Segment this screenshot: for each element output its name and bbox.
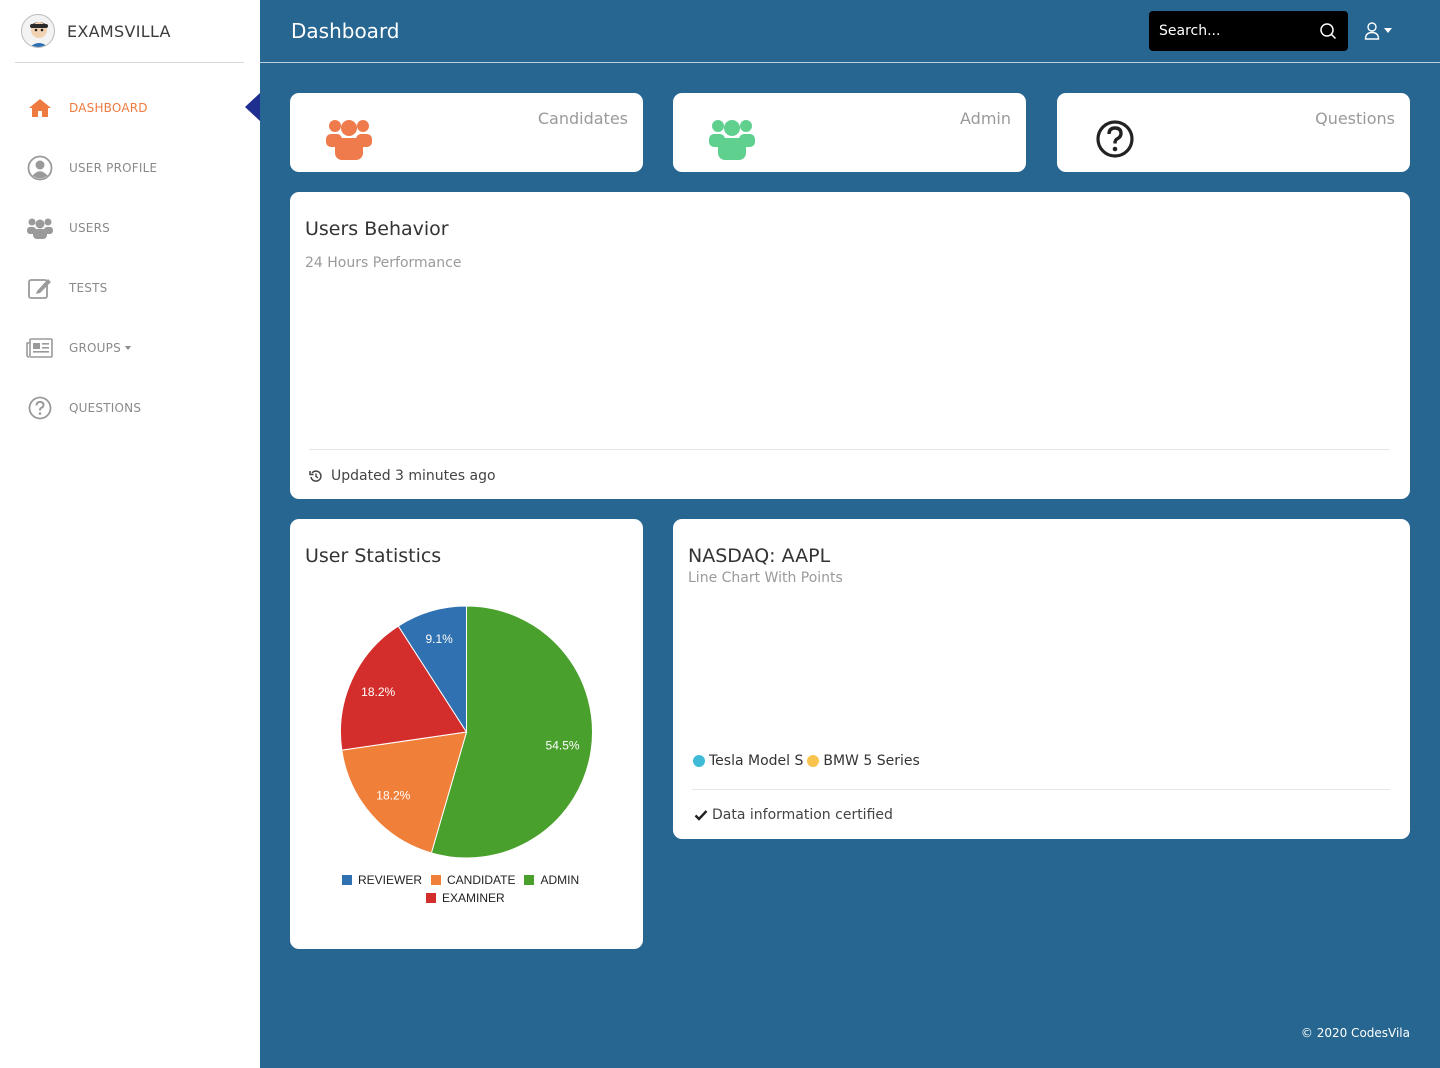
legend-label: Tesla Model S xyxy=(709,753,804,769)
brand-name: EXAMSVILLA xyxy=(67,22,171,41)
question-circle-icon xyxy=(1095,119,1135,159)
users-behavior-card: Users Behavior 24 Hours Performance Upda… xyxy=(290,192,1410,499)
brand-logo xyxy=(21,14,55,48)
card-title: Users Behavior xyxy=(305,218,449,240)
edit-icon xyxy=(26,276,54,300)
chevron-down-icon xyxy=(1384,28,1392,33)
sidebar-item-label: DASHBOARD xyxy=(69,101,148,115)
divider xyxy=(692,789,1390,790)
legend-item-reviewer[interactable]: REVIEWER xyxy=(342,873,422,887)
chevron-down-icon xyxy=(124,346,131,350)
user-statistics-card: User Statistics 54.5% 18.2% 18.2% 9.1% REVI… xyxy=(290,519,643,949)
sidebar-item-dashboard[interactable]: DASHBOARD xyxy=(0,88,260,128)
card-footer: Updated 3 minutes ago xyxy=(309,468,496,484)
legend-item-candidate[interactable]: CANDIDATE xyxy=(431,873,515,887)
card-title: NASDAQ: AAPL xyxy=(688,545,831,567)
legend-swatch xyxy=(342,875,352,885)
user-circle-icon xyxy=(26,155,54,181)
stat-card-candidates: Candidates xyxy=(290,93,643,172)
card-footer: Data information certified xyxy=(694,807,893,823)
users-icon xyxy=(26,216,54,240)
user-menu-button[interactable] xyxy=(1364,19,1398,43)
pie-legend: REVIEWER CANDIDATE ADMIN EXAMINER xyxy=(290,873,643,913)
stat-label: Questions xyxy=(1315,109,1395,128)
users-icon xyxy=(324,116,374,162)
legend-item-admin[interactable]: ADMIN xyxy=(524,873,579,887)
pie-chart: 54.5% 18.2% 18.2% 9.1% xyxy=(340,605,593,859)
page-title: Dashboard xyxy=(291,19,400,43)
copyright: © 2020 CodesVila xyxy=(1300,1026,1410,1040)
newspaper-icon xyxy=(26,336,54,360)
sidebar-item-user-profile[interactable]: USER PROFILE xyxy=(0,148,260,188)
sidebar-item-label: USER PROFILE xyxy=(69,161,158,175)
legend-swatch xyxy=(431,875,442,885)
card-subtitle: 24 Hours Performance xyxy=(305,255,462,271)
search-input[interactable] xyxy=(1159,21,1309,41)
stat-card-questions: Questions xyxy=(1057,93,1410,172)
brand[interactable]: EXAMSVILLA xyxy=(15,0,244,63)
user-icon xyxy=(1364,22,1380,40)
sidebar-item-label: QUESTIONS xyxy=(69,401,142,415)
legend-label: CANDIDATE xyxy=(447,873,516,887)
line-chart-legend: Tesla Model S BMW 5 Series xyxy=(693,753,920,769)
pie-data-label: 9.1% xyxy=(425,632,453,646)
pie-data-label: 18.2% xyxy=(376,789,410,803)
sidebar-item-tests[interactable]: TESTS xyxy=(0,268,260,308)
legend-label: BMW 5 Series xyxy=(823,753,920,769)
top-bar: Dashboard xyxy=(260,0,1440,63)
legend-swatch xyxy=(524,875,535,885)
sidebar-item-questions[interactable]: QUESTIONS xyxy=(0,388,260,428)
pie-data-label: 18.2% xyxy=(361,685,395,699)
sidebar-item-label: USERS xyxy=(69,221,110,235)
updated-text: Updated 3 minutes ago xyxy=(331,468,496,484)
certified-text: Data information certified xyxy=(712,807,893,823)
divider xyxy=(309,449,1390,450)
stat-card-admin: Admin xyxy=(673,93,1026,172)
legend-label: ADMIN xyxy=(540,873,580,887)
sidebar-item-users[interactable]: USERS xyxy=(0,208,260,248)
history-icon xyxy=(309,469,323,483)
home-icon xyxy=(26,96,54,120)
search-icon[interactable] xyxy=(1319,22,1337,40)
sidebar-item-label: GROUPS xyxy=(69,341,131,355)
legend-swatch xyxy=(426,893,436,903)
legend-item-examiner[interactable]: EXAMINER xyxy=(426,891,505,905)
card-subtitle: Line Chart With Points xyxy=(688,570,843,586)
legend-label: REVIEWER xyxy=(358,873,423,887)
card-title: User Statistics xyxy=(305,545,442,567)
pie-data-label: 54.5% xyxy=(546,739,580,753)
sidebar-item-label: TESTS xyxy=(69,281,108,295)
legend-dot xyxy=(693,755,705,767)
sidebar: EXAMSVILLA DASHBOARD USER PROFILE USERS … xyxy=(0,0,260,1068)
search-box xyxy=(1149,11,1348,51)
check-icon xyxy=(694,808,708,822)
users-icon xyxy=(707,116,757,162)
stat-label: Candidates xyxy=(537,109,628,128)
question-circle-icon xyxy=(26,396,54,420)
stat-label: Admin xyxy=(960,109,1011,128)
legend-label: EXAMINER xyxy=(442,891,505,905)
sidebar-item-groups[interactable]: GROUPS xyxy=(0,328,260,368)
legend-dot xyxy=(807,755,820,767)
nasdaq-card: NASDAQ: AAPL Line Chart With Points Tesl… xyxy=(673,519,1410,839)
